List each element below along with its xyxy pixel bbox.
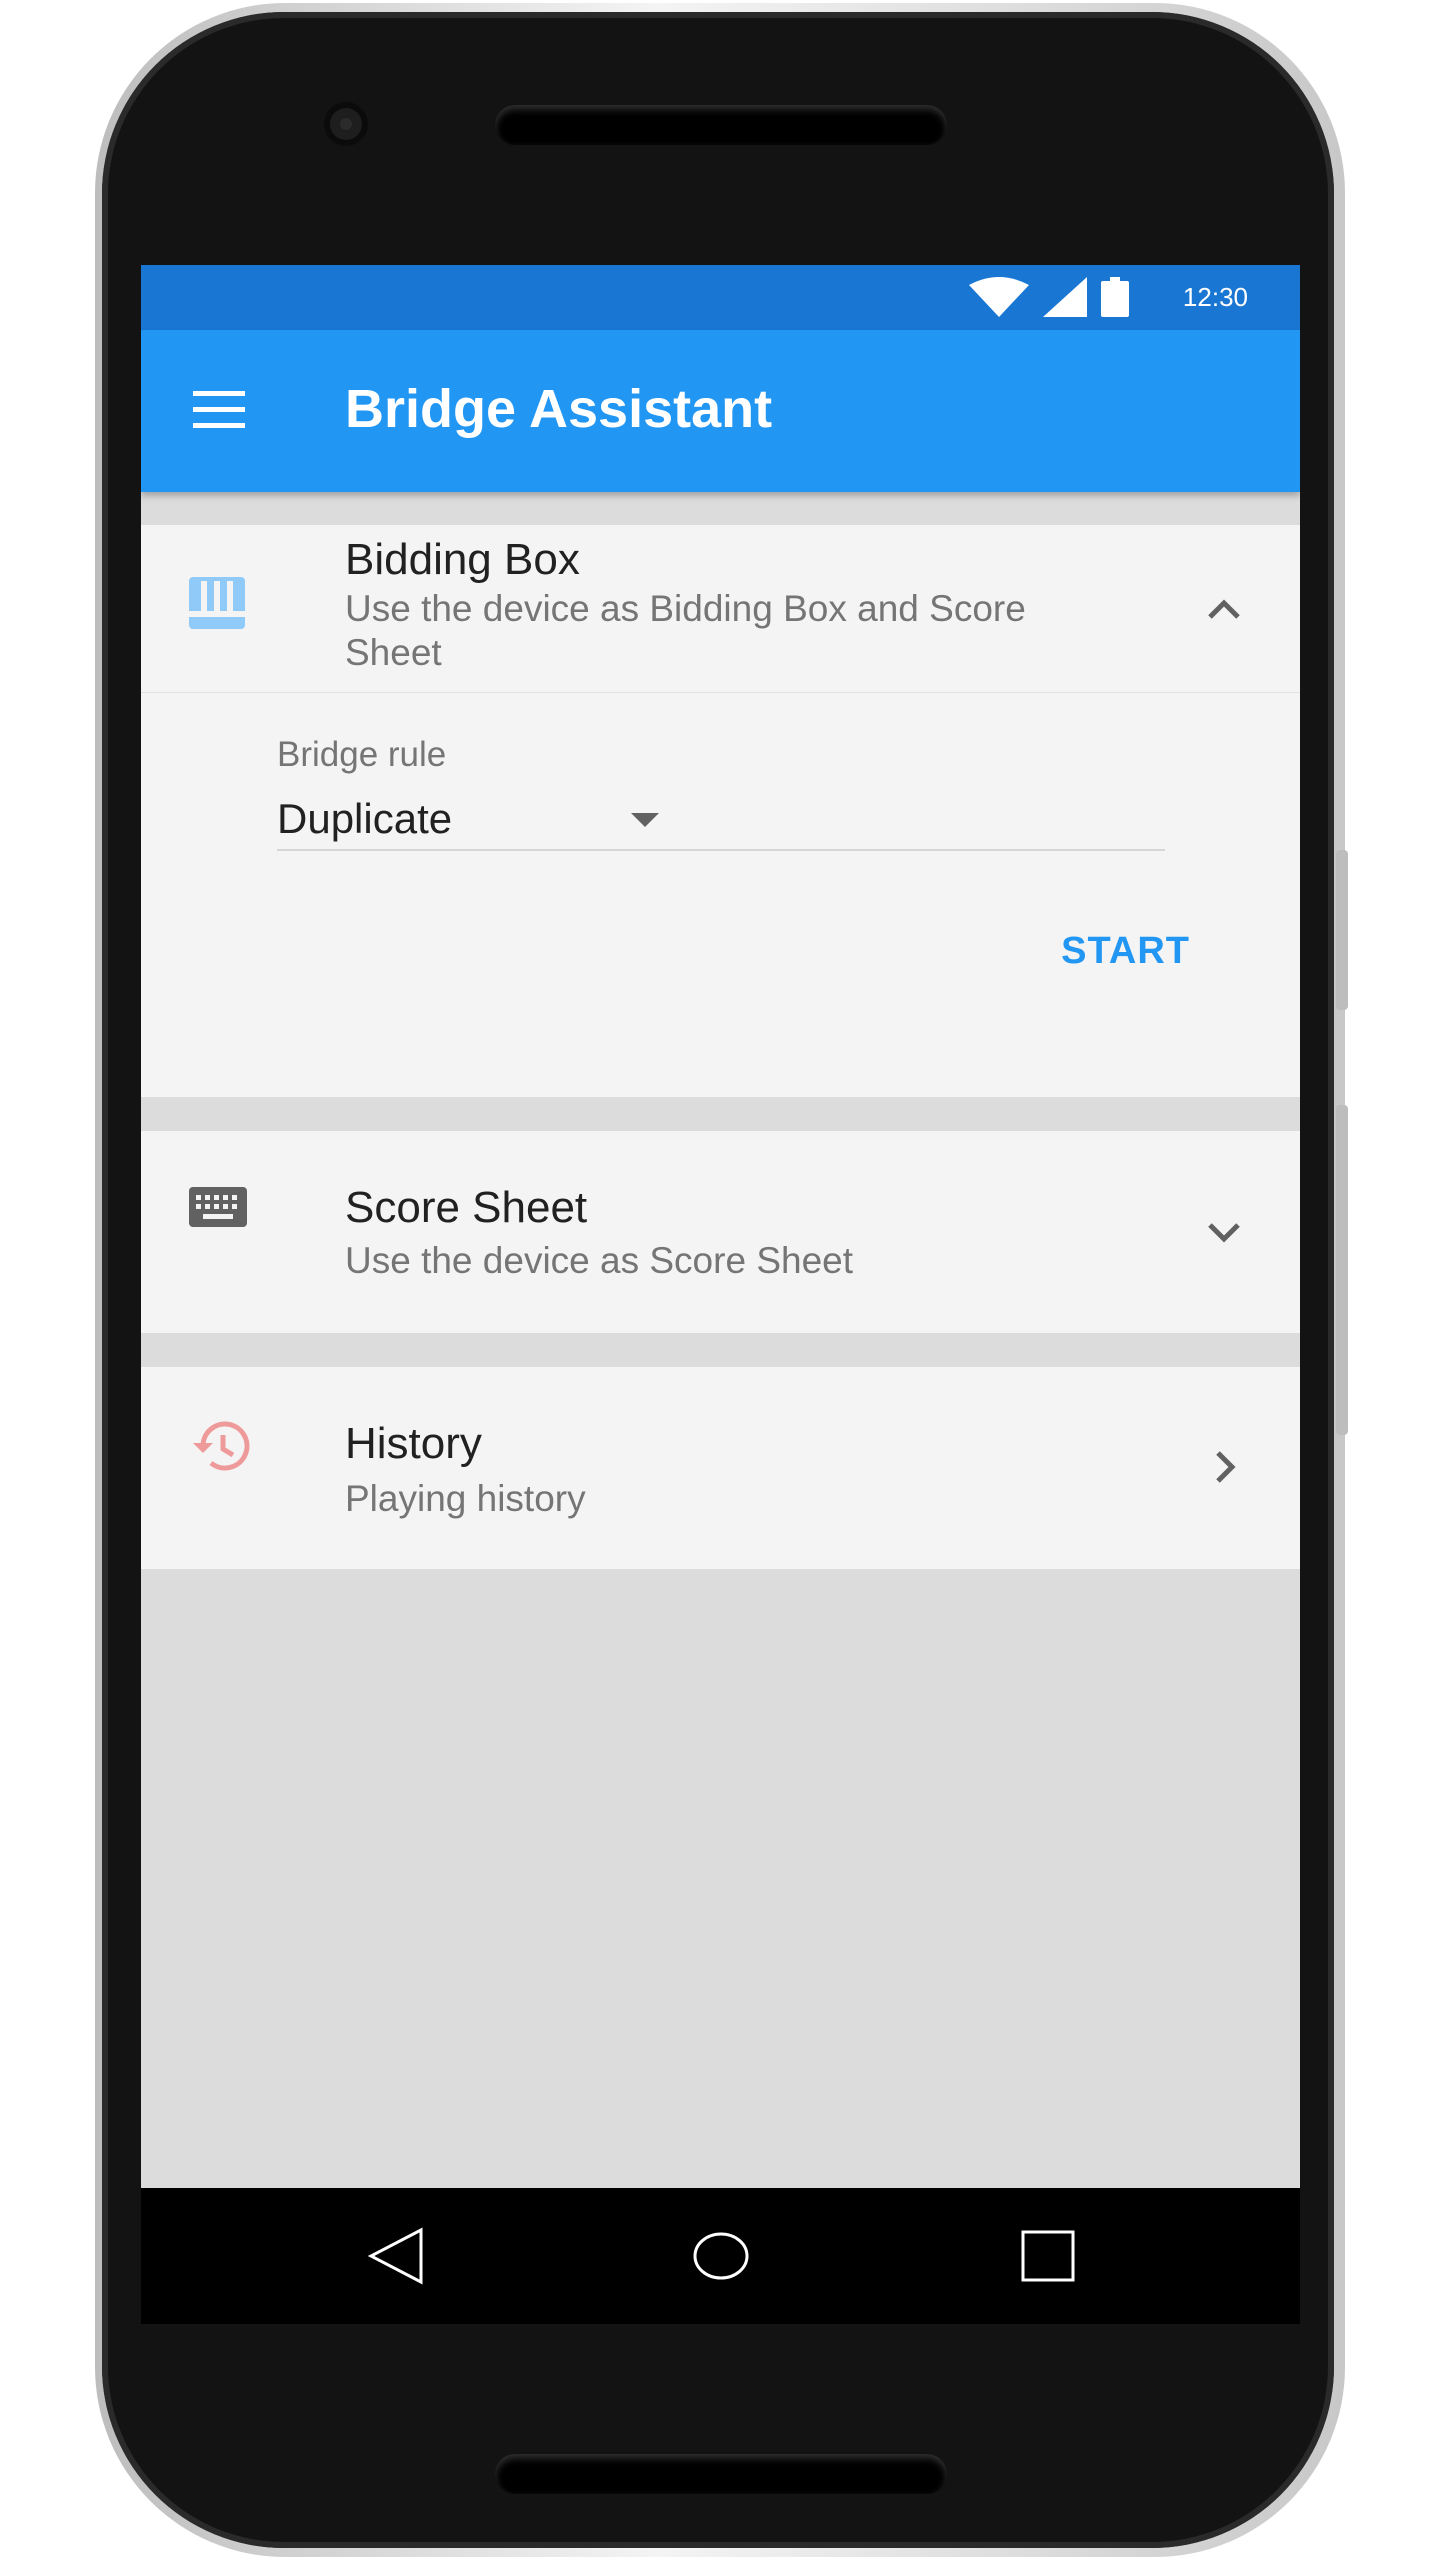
power-button [1336,850,1348,1010]
score-sheet-card[interactable]: Score Sheet Use the device as Score Shee… [141,1131,1300,1333]
chevron-right-icon[interactable] [1200,1443,1248,1491]
history-title: History [345,1419,482,1468]
app-title: Bridge Assistant [345,379,773,439]
front-camera [324,102,368,146]
cell-signal-icon [1042,277,1087,317]
history-icon [193,1421,250,1471]
bidding-box-icon [189,577,245,629]
top-speaker [495,105,947,145]
bottom-speaker [495,2454,947,2494]
status-time: 12:30 [1182,281,1248,312]
bidding-box-subtitle: Use the device as Bidding Box and Score … [345,588,1026,673]
start-button[interactable]: START [1061,930,1190,973]
bridge-rule-value: Duplicate [277,795,453,842]
navigation-bar [141,2188,1300,2324]
home-icon[interactable] [689,2224,753,2288]
bridge-rule-dropdown[interactable]: Duplicate [277,787,1165,851]
wifi-icon [968,277,1029,317]
bidding-box-title: Bidding Box [345,535,580,584]
screen: 12:30 Bridge Assistant Bidding Box Use t… [141,265,1300,2324]
bidding-box-card: Bidding Box Use the device as Bidding Bo… [141,525,1300,1097]
bidding-box-header[interactable]: Bidding Box Use the device as Bidding Bo… [141,525,1300,693]
battery-icon [1100,277,1129,317]
status-bar: 12:30 [141,265,1300,330]
recents-icon[interactable] [1017,2224,1081,2288]
menu-icon[interactable] [193,391,245,431]
bridge-rule-label: Bridge rule [277,735,447,774]
app-bar: Bridge Assistant [141,330,1300,492]
back-icon[interactable] [365,2224,429,2288]
score-sheet-subtitle: Use the device as Score Sheet [345,1240,854,1281]
history-card[interactable]: History Playing history [141,1367,1300,1569]
score-sheet-title: Score Sheet [345,1183,588,1232]
chevron-up-icon[interactable] [1200,585,1248,633]
dropdown-arrow-icon [631,813,659,827]
history-subtitle: Playing history [345,1478,586,1519]
chevron-down-icon[interactable] [1200,1207,1248,1255]
keyboard-icon [189,1187,247,1227]
volume-button [1336,1105,1348,1435]
